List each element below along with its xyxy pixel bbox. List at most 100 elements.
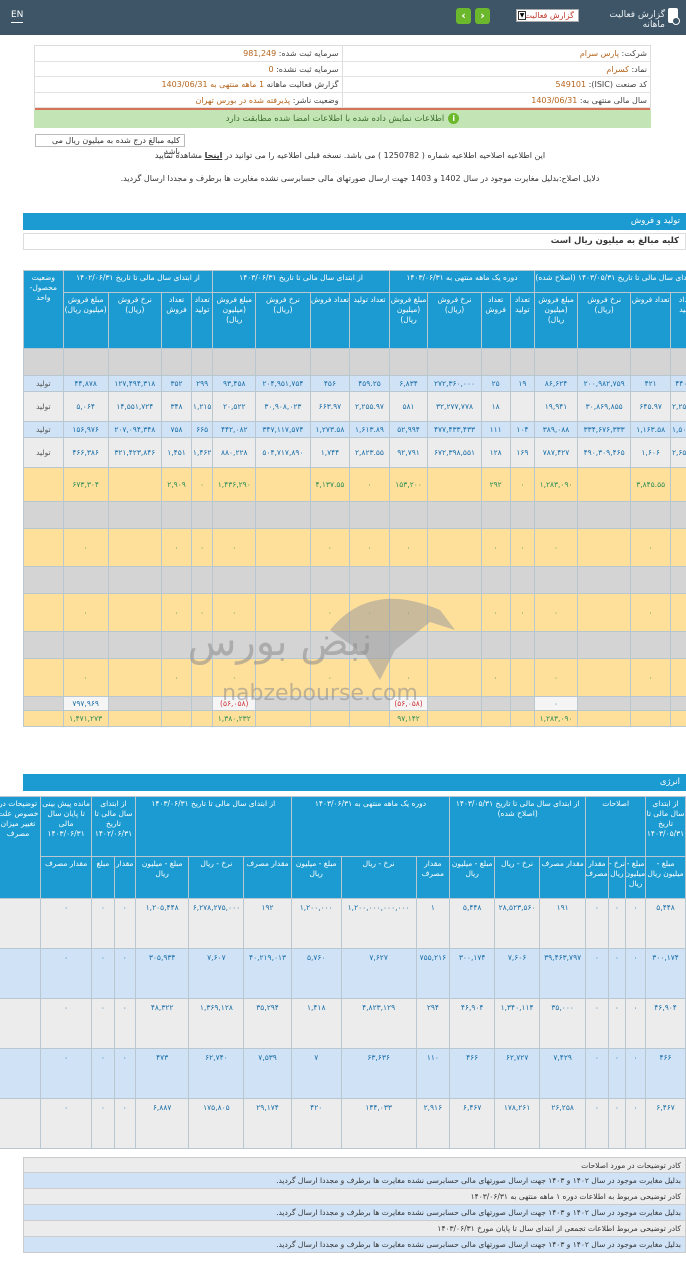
table-cell: ۳۹,۴۶۳,۷۹۷: [539, 948, 587, 999]
publisher-status-value: پذیرفته شده در بورس تهران: [195, 95, 291, 105]
table-cell: [212, 348, 257, 376]
table-cell: ۲۰,۵۲۲: [212, 391, 257, 422]
table-cell: ۳۲۱,۴۲۳,۸۴۶: [107, 437, 163, 468]
table-cell: ۸۸۰,۲۲۸: [212, 437, 257, 468]
table-row: ۲,۲۵۵.۹۷۶۴۵.۹۷۳۰,۸۶۹,۸۵۵۱۹,۹۴۱۱۸۳۲,۲۷۷,۷…: [23, 391, 686, 422]
table-cell: ۱,۳۸۰,۲۳۲: [212, 710, 257, 727]
table-cell: [161, 631, 192, 659]
table-cell: [255, 566, 311, 594]
table-row: ۴۶,۹۰۴ ۰ ۰ ۰ ۳۵,۰۰۰ ۱,۳۴۰,۱۱۴ ۴۶,۹۰۴ ۲۹۴ ۴,۸۲۳,۱…: [0, 998, 686, 1049]
energy-section-title: انرژی: [23, 774, 686, 791]
table-cell: ۱۶۹: [509, 437, 536, 468]
table-cell: [255, 658, 311, 697]
table-cell: ۷۹۷,۹۶۹: [62, 696, 109, 711]
column-header: تعداد فروش: [161, 292, 192, 349]
table-cell: ۶۳,۶۳۶: [340, 1048, 417, 1099]
table-cell: [255, 710, 311, 727]
table-cell: [576, 528, 632, 567]
product-status-cell: [23, 501, 64, 529]
table-row: [23, 566, 686, 594]
table-cell: ۳۳۴,۶۷۶,۳۳۳: [576, 421, 632, 438]
table-cell: [509, 658, 536, 697]
table-cell: ۴۸,۳۲۲: [134, 998, 190, 1049]
product-status-cell: [23, 528, 64, 567]
table-cell: ۴۴,۸۷۸: [62, 375, 109, 392]
table-cell: [576, 593, 632, 632]
product-status-cell: تولید: [23, 375, 64, 392]
column-header: نرخ فروش (ریال): [576, 292, 632, 349]
table-cell: ۳۰,۹۰۸,۰۲۳: [255, 391, 311, 422]
table-cell: [349, 696, 390, 711]
table-cell: ۱,۳۴۰,۱۱۴: [494, 998, 541, 1049]
table-cell: [190, 501, 214, 529]
table-cell: ۱۷۸,۲۶۱: [494, 1098, 541, 1149]
column-header: مقدار مصرف: [243, 856, 292, 899]
table-cell: [349, 658, 390, 697]
table-cell: [0, 1048, 42, 1099]
table-cell: ۰: [190, 528, 214, 567]
table-cell: ۹۲,۷۹۱: [388, 437, 429, 468]
table-cell: ۶۲,۷۴۰: [188, 1048, 245, 1099]
table-cell: ۳۰۰,۱۷۴: [449, 948, 496, 999]
table-cell: [576, 566, 632, 594]
table-cell: [349, 566, 390, 594]
table-cell: ۱۵۶,۹۷۶: [62, 421, 109, 438]
table-cell: [0, 998, 42, 1049]
table-cell: ۱۵۳,۲۰۰: [388, 467, 429, 502]
unregistered-capital-value: 0: [268, 64, 274, 74]
previous-version-link[interactable]: اینجا: [205, 151, 223, 160]
report-type-select[interactable]: ▼ گزارش فعالیت: [516, 9, 579, 22]
table-cell: ۴۰,۲۱۹,۰۱۳: [243, 948, 292, 999]
prev-report-button[interactable]: ‹: [456, 8, 471, 24]
table-cell: [509, 696, 536, 711]
table-cell: ۱,۷۴۴: [309, 437, 351, 468]
table-cell: [212, 501, 257, 529]
table-cell: [427, 528, 482, 567]
column-header: مبلغ - میلیون ریال: [625, 856, 647, 899]
page-title: گزارش فعالیت ماهانه: [609, 10, 665, 30]
table-row: ۱,۲۸۳,۰۹۰ ۹۷,۱۴۲ ۱,۳۸۰,۲۳۲ ۱,۴۷۱,۲۷۳: [23, 710, 686, 727]
table-cell: ۶۲,۷۲۷: [494, 1048, 541, 1099]
column-header: نرخ فروش (ریال): [255, 292, 311, 349]
column-header: مقدار مصرف: [585, 856, 609, 899]
table-cell: ۰: [585, 1098, 609, 1149]
table-cell: [576, 467, 632, 502]
table-cell: ۰: [630, 528, 671, 567]
table-cell: [630, 348, 671, 376]
table-cell: [255, 467, 311, 502]
table-cell: ۰: [349, 593, 390, 632]
table-cell: ۱,۶۰۶: [630, 437, 671, 468]
next-report-button[interactable]: ›: [475, 8, 490, 24]
capital-value: 981,249: [243, 49, 277, 58]
table-row: ۳۰۰,۱۷۴ ۰ ۰ ۰ ۳۹,۴۶۳,۷۹۷ ۷,۶۰۶ ۳۰۰,۱۷۴ ۷۵۵,۲۱۶ ۷…: [0, 948, 686, 999]
group-header: اصلاحات: [585, 796, 647, 857]
table-cell: [388, 501, 429, 529]
table-cell: ۰: [113, 948, 136, 999]
report-type-value: گزارش فعالیت: [524, 11, 574, 20]
table-cell: (۵۶,۰۵۸): [388, 696, 429, 711]
table-cell: ۰: [212, 658, 257, 697]
table-cell: ۷,۶۲۷: [340, 948, 417, 999]
column-header: مبلغ - میلیون ریال: [645, 856, 686, 899]
table-cell: ۰: [388, 528, 429, 567]
table-cell: ۲,۹۰۹: [161, 467, 192, 502]
table-cell: ۱,۳۶۹,۱۲۸: [188, 998, 245, 1049]
table-cell: ۰: [625, 948, 647, 999]
table-cell: ۳۸۹,۰۸۸: [534, 421, 578, 438]
table-cell: [190, 658, 214, 697]
table-cell: ۳۴۷,۱۱۷,۵۷۴: [255, 421, 311, 438]
table-cell: [630, 501, 671, 529]
table-cell: ۴۹۰,۳۰۹,۴۶۵: [576, 437, 632, 468]
table-cell: ۷۸۷,۴۲۷: [534, 437, 578, 468]
table-cell: [190, 566, 214, 594]
table-cell: ۰: [309, 593, 351, 632]
table-cell: [107, 348, 163, 376]
comments-panel: کادر توضیحات در مورد اصلاحات بدلیل مغایرت…: [23, 1157, 686, 1253]
correction-text: این اطلاعیه اصلاحیه اطلاعیه شماره ( 1250…: [224, 151, 546, 160]
table-cell: ۶۷۲,۳۹۸,۵۵۱: [427, 437, 482, 468]
table-cell: ۶۶۳.۹۷: [309, 391, 351, 422]
table-cell: ۰: [349, 467, 390, 502]
table-cell: [255, 696, 311, 711]
column-header: تعداد تولید: [349, 292, 390, 349]
language-toggle[interactable]: EN: [11, 10, 24, 23]
